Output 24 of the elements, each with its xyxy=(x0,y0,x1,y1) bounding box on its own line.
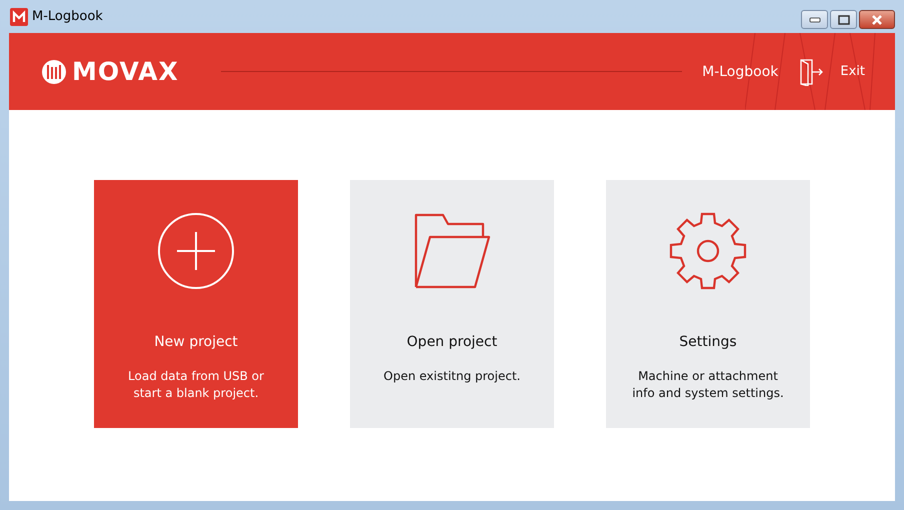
card-description: Load data from USB or start a blank project. xyxy=(127,368,265,402)
folder-icon xyxy=(413,212,491,290)
card-description: Open existitng project. xyxy=(382,368,522,385)
app-logo-icon xyxy=(10,8,28,26)
plus-circle-icon xyxy=(157,212,235,290)
menu-card[interactable]: New project Load data from USB or start a blank project. xyxy=(94,180,298,428)
settings-icon xyxy=(669,212,747,290)
close-icon xyxy=(870,14,884,24)
menu-card[interactable]: Open project Open existitng project. xyxy=(350,180,554,428)
app-name: M-Logbook xyxy=(702,64,778,80)
close-button[interactable] xyxy=(859,10,895,29)
movax-logo: MOVAX xyxy=(72,57,179,86)
card-title: Open project xyxy=(406,334,498,350)
minimize-icon xyxy=(808,16,820,22)
maximize-icon xyxy=(838,14,850,24)
movax-logo-icon xyxy=(41,58,67,84)
maximize-button[interactable] xyxy=(830,10,857,29)
card-title: Settings xyxy=(679,334,737,350)
minimize-button[interactable] xyxy=(801,10,828,29)
exit-button[interactable]: Exit xyxy=(798,58,865,86)
card-description: Machine or attachment info and system settings. xyxy=(631,368,785,402)
window-title: M-Logbook xyxy=(32,9,103,24)
card-title: New project xyxy=(154,334,238,350)
menu-card[interactable]: Settings Machine or attachment info and system settings. xyxy=(606,180,810,428)
